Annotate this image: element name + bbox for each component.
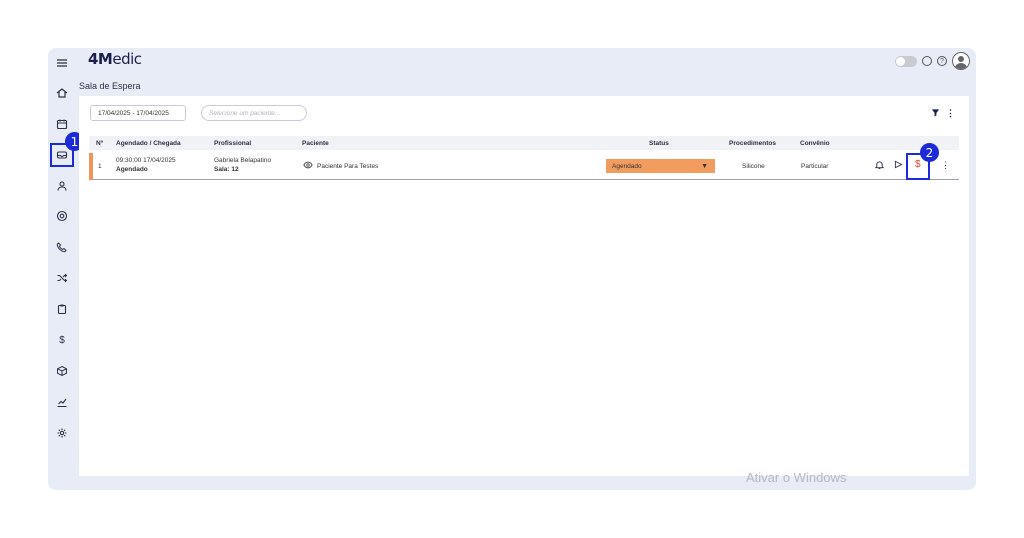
date-range-picker[interactable]: 17/04/2025 - 17/04/2025 [90,105,186,121]
table-header: Nº Agendado / Chegada Profissional Pacie… [89,136,959,150]
row-more-icon[interactable]: ⋮ [941,160,950,171]
row-status-accent [89,153,93,180]
calendar-icon[interactable] [53,115,71,133]
filter-controls: ⋮ [931,108,955,119]
col-procedures: Procedimentos [729,140,776,147]
row-datetime: 09:30:00 17/04/2025 [116,157,176,164]
app-logo[interactable]: 4Medic [88,50,142,68]
clipboard-icon[interactable] [53,300,71,318]
at-icon[interactable] [53,207,71,225]
app-frame: 1 $ 4Medic ? Sala de Espera 17/04/2025 -… [48,48,976,490]
row-professional: Gabriela Belapatino [214,157,272,164]
status-dropdown[interactable]: Agendado ▼ [606,159,715,173]
col-num: Nº [96,140,104,147]
box-icon[interactable] [53,362,71,380]
status-value: Agendado [612,162,642,170]
page-title: Sala de Espera [79,81,141,91]
dollar-icon[interactable]: $ [53,331,71,349]
col-insurance: Convênio [800,140,830,147]
menu-icon[interactable] [53,54,71,72]
help-icon[interactable]: ? [937,56,947,66]
step-badge-2: 2 [920,143,939,162]
users-icon[interactable] [53,177,71,195]
row-patient-link[interactable]: Paciente Para Testes [317,163,378,170]
send-icon[interactable] [894,160,903,171]
windows-activation-watermark: Ativar o Windows [746,470,847,485]
table-row[interactable]: 1 09:30:00 17/04/2025 Agendado Gabriela … [89,153,959,180]
sidebar: 1 $ [48,48,84,490]
bell-icon[interactable] [874,160,885,171]
shuffle-icon[interactable] [53,269,71,287]
filter-icon[interactable] [931,108,940,119]
home-icon[interactable] [53,84,71,102]
row-procedure: Silicone [742,163,765,170]
row-number: 1 [98,163,102,170]
phone-icon[interactable] [53,238,71,256]
patient-search-input[interactable] [201,105,307,121]
main-panel: 17/04/2025 - 17/04/2025 ⋮ Nº Agendado / … [79,96,969,476]
header-controls: ? [895,52,970,70]
col-patient: Paciente [302,140,329,147]
row-insurance: Particular [801,163,829,170]
col-status: Status [649,140,669,147]
eye-icon[interactable] [303,161,313,171]
user-avatar-icon[interactable] [952,52,970,70]
chart-icon[interactable] [53,393,71,411]
chat-icon[interactable] [922,56,932,66]
col-professional: Profissional [214,140,252,147]
col-scheduled: Agendado / Chegada [116,140,181,147]
row-scheduled-state: Agendado [116,166,148,173]
settings-icon[interactable] [53,424,71,442]
theme-toggle[interactable] [895,55,917,67]
dropdown-arrow-icon: ▼ [701,162,708,170]
more-vertical-icon[interactable]: ⋮ [946,108,955,119]
row-room: Sala: 12 [214,166,239,173]
